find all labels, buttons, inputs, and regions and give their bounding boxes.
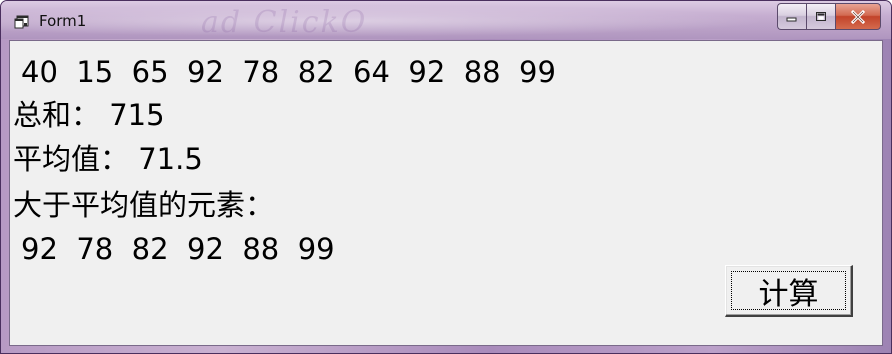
- minimize-icon: [786, 17, 797, 21]
- above-average-heading: 大于平均值的元素：: [13, 188, 275, 222]
- focus-rectangle: [731, 271, 846, 310]
- form-client-area: 40 15 65 92 78 82 64 92 88 99 总和： 715 平均…: [9, 40, 883, 346]
- above-average-values-line: 92 78 82 92 88 99: [21, 232, 335, 266]
- form1-window: ad ClickO Form1 40 15 65 92 78 82 64 92 …: [0, 0, 892, 354]
- window-title: Form1: [39, 12, 87, 30]
- close-button[interactable]: [835, 3, 881, 30]
- compute-button[interactable]: 计算: [725, 265, 853, 317]
- caption-buttons: [777, 3, 881, 30]
- sum-output-line: 总和： 715: [13, 98, 165, 132]
- title-bar-glare: ad ClickO: [201, 5, 368, 40]
- maximize-button[interactable]: [806, 3, 835, 30]
- minimize-button[interactable]: [777, 3, 806, 30]
- numbers-output-line: 40 15 65 92 78 82 64 92 88 99: [21, 55, 556, 89]
- maximize-icon: [816, 12, 826, 21]
- average-output-line: 平均值： 71.5: [13, 142, 203, 176]
- title-bar[interactable]: ad ClickO Form1: [1, 1, 891, 40]
- form-app-icon[interactable]: [14, 14, 30, 29]
- close-icon: [850, 9, 866, 24]
